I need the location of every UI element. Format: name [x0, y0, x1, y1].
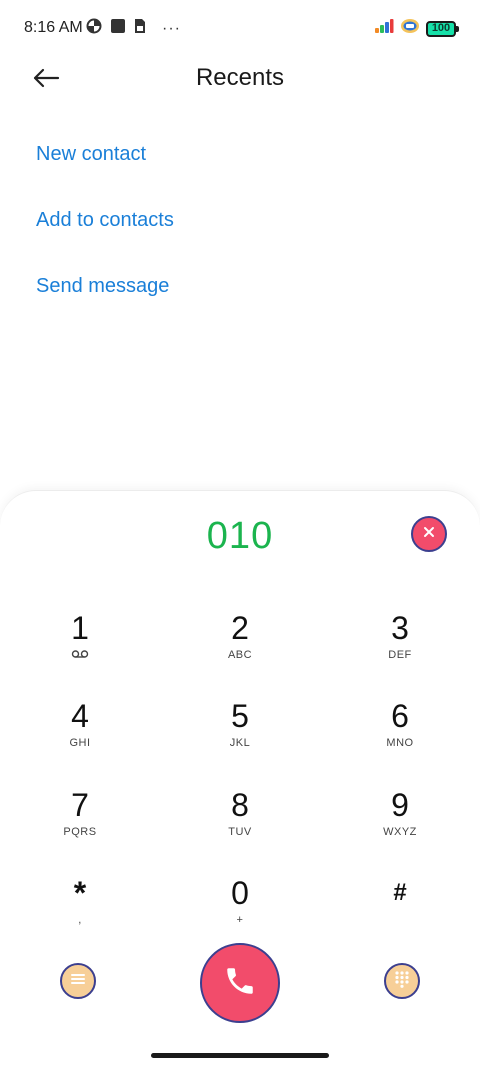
key-letters: WXYZ — [383, 826, 417, 838]
key-letters: PQRS — [63, 826, 97, 838]
key-digit: 1 — [71, 610, 89, 646]
home-indicator[interactable] — [151, 1053, 329, 1058]
key-digit: 6 — [391, 698, 409, 734]
menu-lines-icon — [70, 972, 86, 991]
menu-button[interactable] — [60, 963, 96, 999]
add-to-contacts-link[interactable]: Add to contacts — [36, 209, 174, 232]
dial-key-2[interactable]: 2 ABC — [185, 609, 295, 689]
new-contact-link[interactable]: New contact — [36, 143, 146, 166]
dial-key-hash[interactable]: # — [345, 874, 455, 954]
status-icons-right: 100 — [374, 18, 459, 39]
dialpad-toggle-button[interactable] — [384, 963, 420, 999]
status-icons-left: ··· — [86, 18, 181, 39]
close-icon — [423, 525, 435, 543]
dial-key-7[interactable]: 7 PQRS — [25, 786, 135, 866]
key-digit: 5 — [231, 698, 249, 734]
battery-icon: 100 — [426, 20, 459, 37]
key-letters: ABC — [227, 649, 253, 661]
key-digit: 8 — [231, 787, 249, 823]
dialed-number: 010 — [206, 515, 274, 557]
dial-key-1[interactable]: 1 — [25, 609, 135, 689]
sim-card-icon — [134, 18, 146, 39]
key-letters: TUV — [228, 826, 252, 838]
key-digit: 2 — [231, 610, 249, 646]
key-letters: MNO — [386, 737, 414, 749]
vpn-shield-icon — [400, 18, 420, 39]
signal-bars-icon — [374, 18, 394, 39]
dial-key-3[interactable]: 3 DEF — [345, 609, 455, 689]
key-letters: , — [78, 914, 82, 926]
key-letters: GHI — [69, 737, 91, 749]
more-dots-icon: ··· — [162, 19, 181, 37]
voicemail-icon — [71, 649, 89, 663]
key-digit: # — [393, 879, 407, 906]
dial-key-5[interactable]: 5 JKL — [185, 697, 295, 777]
clear-button[interactable] — [411, 516, 447, 552]
stop-square-icon — [110, 18, 126, 39]
send-message-link[interactable]: Send message — [36, 275, 169, 298]
status-time: 8:16 AM — [24, 19, 83, 36]
key-digit: 0 — [231, 875, 249, 911]
dialpad-sheet: 010 1 2 ABC 3 DEF 4 GHI 5 JKL 6 MNO 7 PQ… — [0, 490, 480, 1066]
key-digit: 4 — [71, 698, 89, 734]
dial-key-6[interactable]: 6 MNO — [345, 697, 455, 777]
key-digit: 3 — [391, 610, 409, 646]
call-button[interactable] — [200, 943, 280, 1023]
status-bar: 8:16 AM ··· 100 — [0, 0, 480, 56]
dial-key-0[interactable]: 0 + — [185, 874, 295, 954]
key-letters: JKL — [229, 737, 251, 749]
phone-icon — [223, 964, 257, 1003]
key-letters: DEF — [388, 649, 412, 661]
dial-key-star[interactable]: * , — [25, 874, 135, 954]
key-letters: + — [236, 914, 244, 926]
dial-key-4[interactable]: 4 GHI — [25, 697, 135, 777]
dial-key-9[interactable]: 9 WXYZ — [345, 786, 455, 866]
data-saver-icon — [86, 18, 102, 39]
key-digit: 7 — [71, 787, 89, 823]
key-digit: 9 — [391, 787, 409, 823]
page-title: Recents — [195, 64, 285, 91]
battery-level: 100 — [431, 22, 451, 34]
dial-key-8[interactable]: 8 TUV — [185, 786, 295, 866]
key-digit: * — [73, 875, 87, 911]
dialpad-grid-icon — [394, 970, 410, 993]
